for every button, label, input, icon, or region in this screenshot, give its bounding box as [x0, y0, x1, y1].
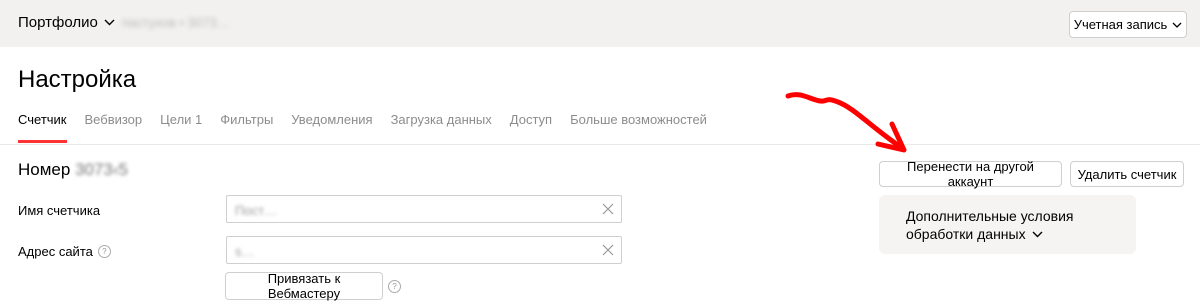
chevron-down-icon [1172, 22, 1182, 28]
portfolio-label: Портфолио [18, 13, 98, 31]
tabs-divider [0, 144, 1200, 145]
chevron-down-icon [1032, 231, 1043, 237]
portfolio-dropdown[interactable]: Портфолио [18, 12, 115, 32]
tab-counter[interactable]: Счетчик [18, 112, 67, 144]
extra-data-conditions[interactable]: Дополнительные условия обработки данных [879, 195, 1136, 254]
counter-name-field[interactable] [226, 195, 622, 223]
link-webmaster-button[interactable]: Привязать к Вебмастеру [225, 271, 383, 301]
counter-name-input[interactable] [233, 200, 597, 220]
counter-number-label: Номер [18, 160, 71, 179]
site-address-field[interactable] [226, 236, 622, 264]
top-bar: Портфолио пастухов • 3073… Учетная запис… [0, 0, 1200, 47]
counter-number-value: 3073‹5 [75, 160, 128, 179]
extra-conditions-line2-wrap: обработки данных [906, 225, 1043, 243]
tab-notifications[interactable]: Уведомления [291, 112, 372, 144]
tab-goals[interactable]: Цели 1 [160, 112, 202, 144]
site-address-input[interactable] [233, 241, 597, 261]
counter-name-label: Имя счетчика [18, 203, 100, 218]
account-label: Учетная запись [1073, 17, 1168, 32]
site-address-label-text: Адрес сайта [18, 244, 93, 259]
clear-icon[interactable] [601, 243, 615, 257]
help-icon[interactable]: ? [97, 245, 111, 258]
tab-webvisor[interactable]: Вебвизор [85, 112, 143, 144]
help-icon[interactable]: ? [388, 280, 401, 293]
counter-name-label-text: Имя счетчика [18, 203, 101, 218]
settings-tabs: Счетчик Вебвизор Цели 1 Фильтры Уведомле… [18, 112, 725, 144]
annotation-arrow [785, 92, 907, 153]
tab-data-upload[interactable]: Загрузка данных [391, 112, 492, 144]
user-identity-blurred: пастухов • 3073… [122, 14, 230, 30]
account-button[interactable]: Учетная запись [1069, 11, 1187, 38]
page-title: Настройка [18, 66, 137, 93]
tab-access[interactable]: Доступ [510, 112, 552, 144]
extra-conditions-line1: Дополнительные условия [906, 208, 1074, 224]
chevron-down-icon [104, 19, 115, 25]
site-address-label: Адрес сайта ? [18, 244, 111, 259]
delete-counter-button[interactable]: Удалить счетчик [1070, 161, 1184, 187]
tab-filters[interactable]: Фильтры [220, 112, 273, 144]
counter-number: Номер 3073‹5 [18, 160, 128, 180]
clear-icon[interactable] [601, 202, 615, 216]
tab-more-features[interactable]: Больше возможностей [570, 112, 707, 144]
extra-conditions-line2: обработки данных [906, 226, 1026, 242]
